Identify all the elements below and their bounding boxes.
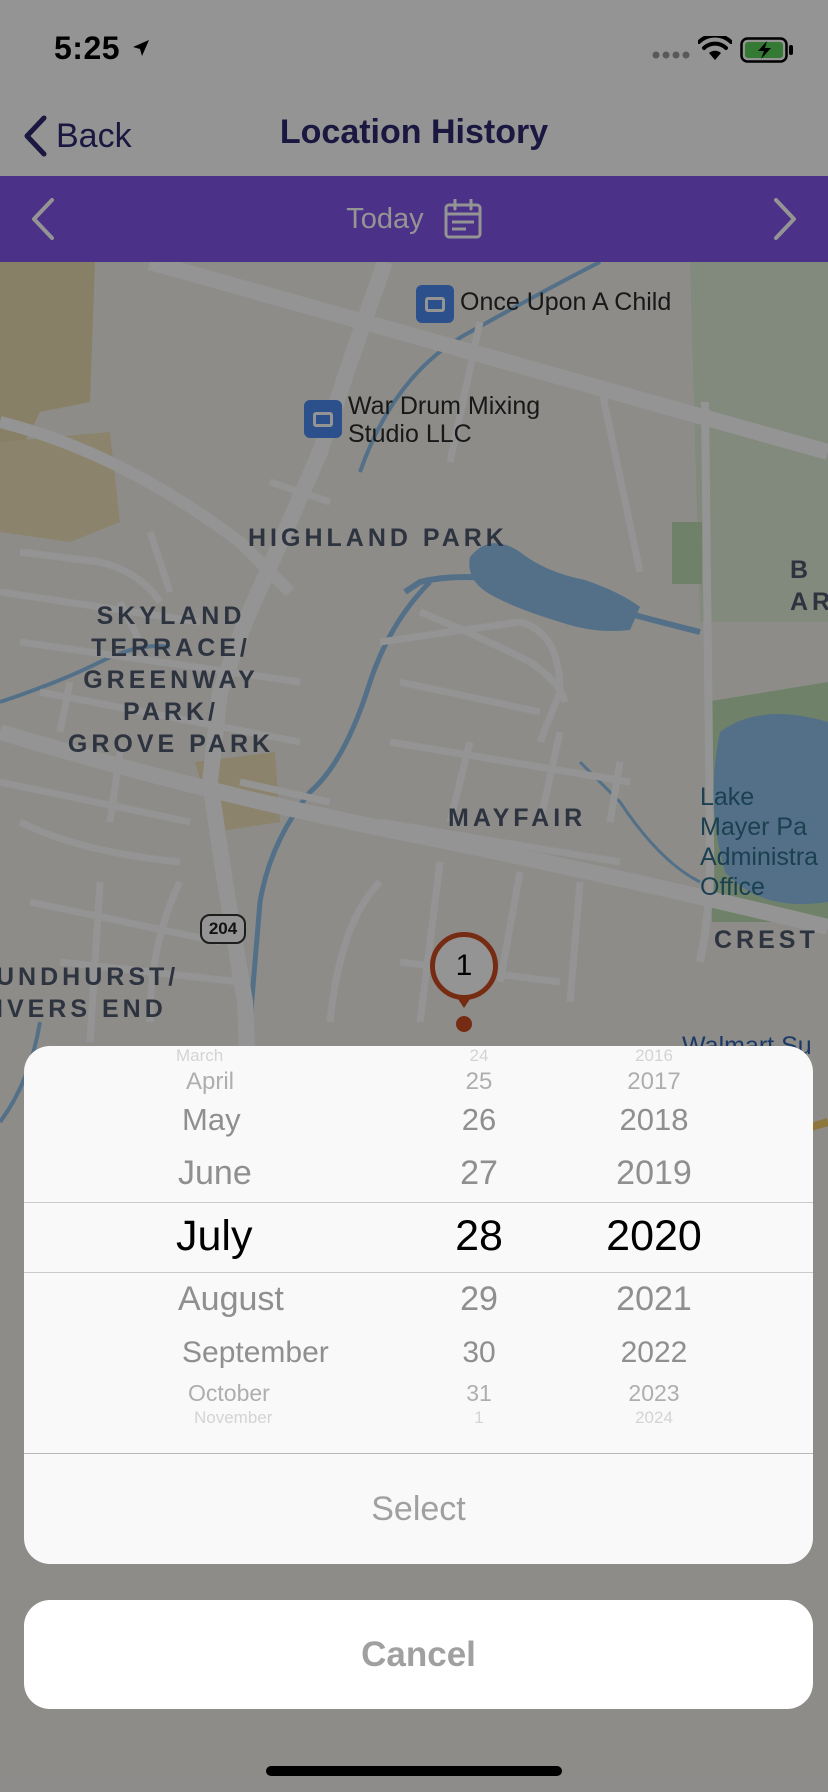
date-picker-wheel[interactable]: March April May June July August Septemb… [24, 1046, 813, 1453]
year-option-selected[interactable]: 2020 [554, 1212, 754, 1261]
month-option[interactable]: April [186, 1068, 234, 1096]
month-option[interactable]: October [188, 1380, 270, 1407]
month-option[interactable]: November [194, 1408, 272, 1428]
cancel-button[interactable]: Cancel [24, 1600, 813, 1709]
day-option[interactable]: 26 [409, 1102, 549, 1138]
day-option[interactable]: 27 [409, 1154, 549, 1193]
month-option[interactable]: August [178, 1280, 284, 1319]
date-picker-sheet: March April May June July August Septemb… [24, 1046, 813, 1564]
month-option[interactable]: June [178, 1154, 252, 1193]
select-button[interactable]: Select [24, 1454, 813, 1564]
year-option[interactable]: 2018 [554, 1102, 754, 1138]
month-option[interactable]: May [182, 1102, 241, 1138]
month-option-selected[interactable]: July [176, 1212, 252, 1261]
year-option[interactable]: 2016 [554, 1046, 754, 1066]
day-option[interactable]: 29 [409, 1280, 549, 1319]
day-option[interactable]: 25 [409, 1068, 549, 1096]
home-indicator[interactable] [266, 1766, 562, 1776]
year-option[interactable]: 2023 [554, 1380, 754, 1407]
year-option[interactable]: 2024 [554, 1408, 754, 1428]
month-option[interactable]: March [176, 1046, 223, 1066]
month-option[interactable]: September [182, 1336, 329, 1370]
app-screen: 5:25 Back Location History Today Once Up… [0, 0, 828, 1792]
year-option[interactable]: 2022 [554, 1336, 754, 1370]
day-option[interactable]: 31 [409, 1380, 549, 1407]
day-wheel[interactable]: 24 25 26 27 28 29 30 31 1 [409, 1046, 549, 1453]
year-option[interactable]: 2017 [554, 1068, 754, 1096]
year-wheel[interactable]: 2016 2017 2018 2019 2020 2021 2022 2023 … [554, 1046, 754, 1453]
year-option[interactable]: 2021 [554, 1280, 754, 1319]
day-option-selected[interactable]: 28 [409, 1212, 549, 1261]
day-option[interactable]: 30 [409, 1336, 549, 1370]
day-option[interactable]: 24 [409, 1046, 549, 1066]
year-option[interactable]: 2019 [554, 1154, 754, 1193]
day-option[interactable]: 1 [409, 1408, 549, 1428]
month-wheel[interactable]: March April May June July August Septemb… [124, 1046, 424, 1453]
